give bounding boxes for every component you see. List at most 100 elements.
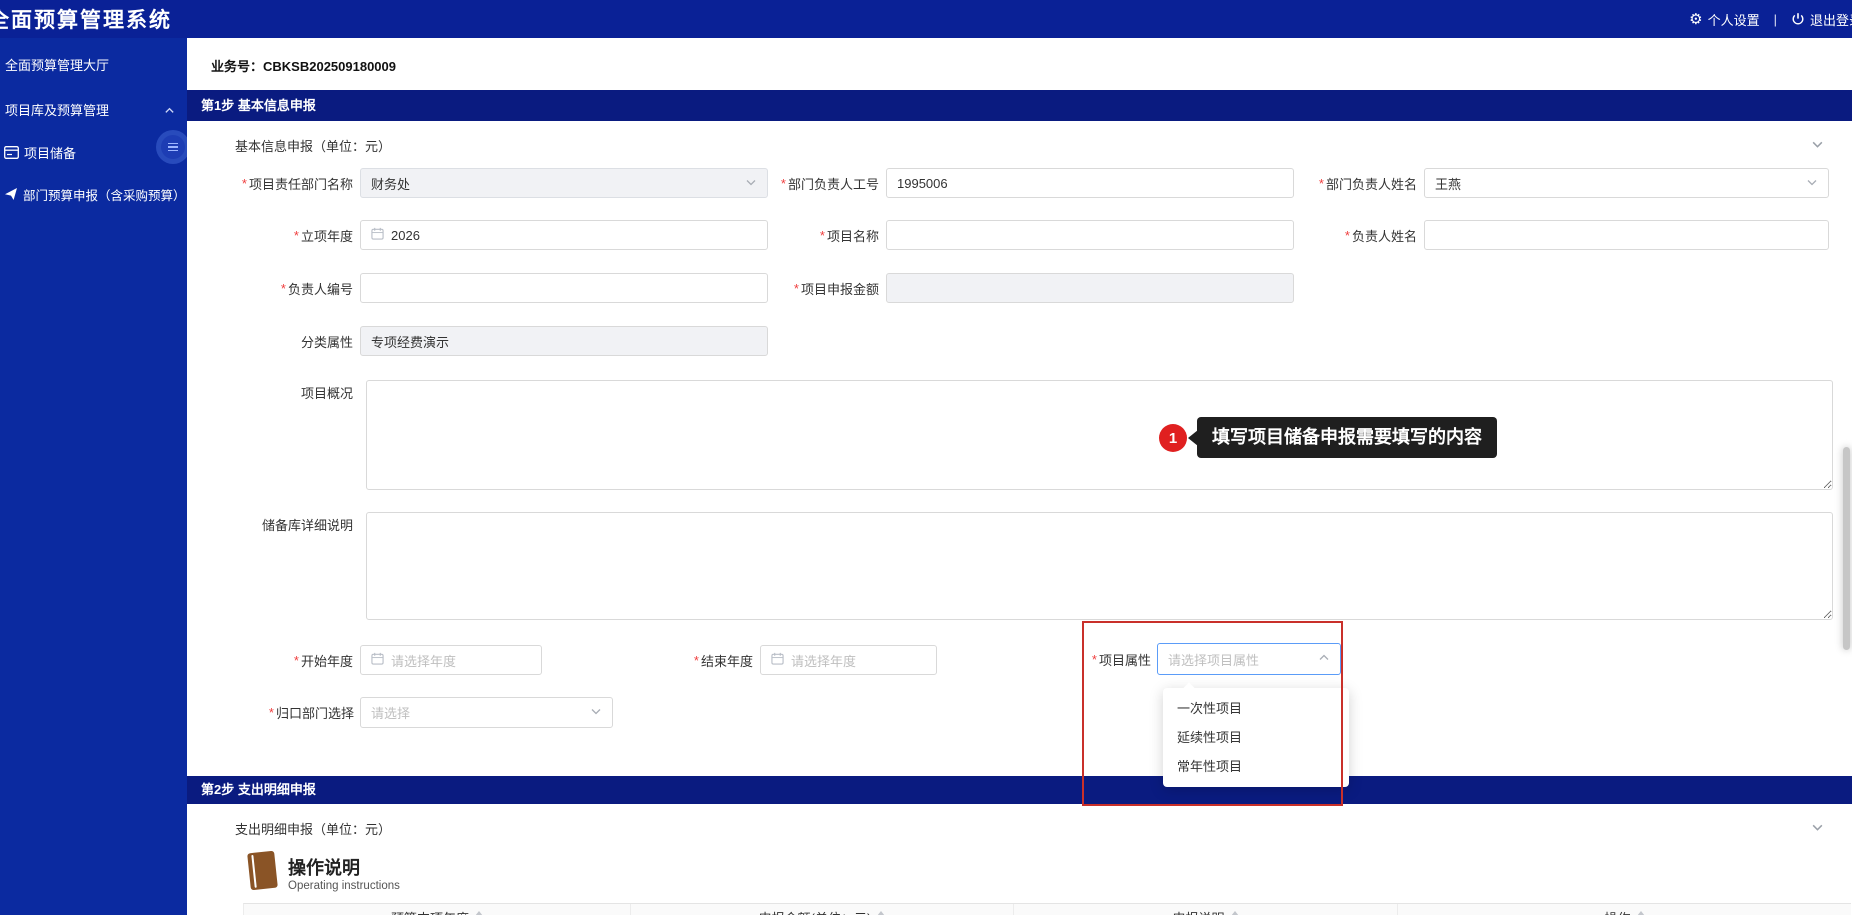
business-number: 业务号：CBKSB202509180009 <box>211 56 396 75</box>
field-leader-name: *负责人姓名 <box>1244 220 1829 250</box>
sort-icon <box>1637 911 1645 915</box>
field-label: 项目概况 <box>187 383 360 402</box>
field-label: *立项年度 <box>187 226 360 245</box>
sidebar-item-budget-hall[interactable]: 全面预算管理大厅 <box>0 50 187 78</box>
field-start-year: *开始年度 请选择年度 <box>187 645 542 675</box>
amount-input[interactable] <box>886 273 1294 303</box>
annotation-step-badge: 1 <box>1159 424 1187 452</box>
start-year-placeholder: 请选择年度 <box>391 651 531 670</box>
chevron-up-icon <box>164 104 175 119</box>
gear-icon: ⚙ <box>1689 12 1702 27</box>
step2-bar: 第2步 支出明细申报 <box>187 776 1852 804</box>
logout-label: 退出登录 <box>1810 10 1852 29</box>
required-marker: * <box>820 228 825 243</box>
field-project-name: *项目名称 <box>706 220 1294 250</box>
business-number-value: CBKSB202509180009 <box>263 59 396 74</box>
chevron-down-icon <box>590 705 602 720</box>
project-name-input[interactable] <box>886 220 1294 250</box>
required-marker: * <box>694 653 699 668</box>
required-marker: * <box>781 176 786 191</box>
column-header-label: 申报金额(单位：元) <box>759 908 872 915</box>
column-header-label: 预算支项年度 <box>391 908 469 915</box>
section1-collapse-icon[interactable] <box>1811 138 1824 156</box>
required-marker: * <box>294 653 299 668</box>
column-header-description[interactable]: 申报说明 <box>1014 904 1398 915</box>
annotation-tooltip: 填写项目储备申报需要填写的内容 <box>1197 417 1497 458</box>
manager-name-select[interactable]: 王燕 <box>1424 168 1829 198</box>
field-reserve-desc-label: 储备库详细说明 <box>187 514 360 534</box>
column-header-label: 申报说明 <box>1172 908 1224 915</box>
field-label: *部门负责人姓名 <box>1244 174 1424 193</box>
calendar-icon <box>371 227 384 243</box>
expenditure-table: 预算支项年度 申报金额(单位：元) 申报说明 操作 <box>243 903 1851 915</box>
sidebar-collapse-toggle[interactable] <box>156 130 187 164</box>
topbar-divider: | <box>1774 12 1777 27</box>
field-label: 储备库详细说明 <box>187 515 360 534</box>
dept-choose-placeholder: 请选择 <box>371 703 590 722</box>
column-header-action[interactable]: 操作 <box>1398 904 1851 915</box>
dept-choose-select[interactable]: 请选择 <box>360 697 613 728</box>
column-header-amount[interactable]: 申报金额(单位：元) <box>631 904 1014 915</box>
field-label: *部门负责人工号 <box>706 174 886 193</box>
field-label: 分类属性 <box>187 332 360 351</box>
start-year-picker[interactable]: 请选择年度 <box>360 645 542 675</box>
required-marker: * <box>1319 176 1324 191</box>
sidebar-item-label: 项目库及预算管理 <box>5 100 109 119</box>
calendar-icon <box>371 652 384 668</box>
calendar-icon <box>771 652 784 668</box>
required-marker: * <box>1345 228 1350 243</box>
field-manager-name: *部门负责人姓名 王燕 <box>1244 168 1829 198</box>
sidebar: 全面预算管理大厅 项目库及预算管理 项目储备 部门预算申报（含采购预算） <box>0 38 187 915</box>
field-dept-choose: *归口部门选择 请选择 <box>187 697 613 728</box>
section1-title: 基本信息申报（单位：元） <box>235 136 391 155</box>
field-end-year: *结束年度 请选择年度 <box>572 645 937 675</box>
operating-instructions-title: 操作说明 <box>288 854 360 880</box>
column-header-budget-item[interactable]: 预算支项年度 <box>244 904 631 915</box>
field-label: *开始年度 <box>187 651 360 670</box>
sidebar-item-label: 全面预算管理大厅 <box>5 55 109 74</box>
required-marker: * <box>242 176 247 191</box>
end-year-placeholder: 请选择年度 <box>791 651 926 670</box>
hamburger-icon <box>161 135 185 159</box>
sidebar-item-label: 部门预算申报（含采购预算） <box>23 185 186 204</box>
sidebar-item-project-library[interactable]: 项目库及预算管理 <box>0 95 187 123</box>
reserve-desc-textarea[interactable] <box>366 512 1833 620</box>
setup-year-value: 2026 <box>391 228 757 243</box>
field-label: *结束年度 <box>572 651 760 670</box>
sort-icon <box>1231 911 1239 915</box>
required-marker: * <box>281 281 286 296</box>
field-manager-id: *部门负责人工号 <box>706 168 1294 198</box>
manager-id-input[interactable] <box>886 168 1294 198</box>
personal-settings-label: 个人设置 <box>1708 10 1760 29</box>
overview-textarea[interactable] <box>366 380 1833 490</box>
field-leader-no: *负责人编号 <box>187 273 768 303</box>
personal-settings-button[interactable]: ⚙ 个人设置 <box>1689 10 1759 29</box>
highlight-rectangle <box>1082 621 1343 806</box>
sidebar-item-label: 项目储备 <box>24 143 76 162</box>
chevron-down-icon <box>1806 176 1818 191</box>
field-label: *项目名称 <box>706 226 886 245</box>
topbar-actions: ⚙ 个人设置 | 退出登录 <box>1689 10 1852 29</box>
field-amount: *项目申报金额 <box>706 273 1294 303</box>
operating-instructions-subtitle: Operating instructions <box>288 880 400 892</box>
required-marker: * <box>269 705 274 720</box>
field-dept-name: *项目责任部门名称 财务处 <box>187 168 768 198</box>
logout-button[interactable]: 退出登录 <box>1791 10 1852 29</box>
column-header-label: 操作 <box>1604 908 1630 915</box>
section2-collapse-icon[interactable] <box>1811 821 1824 839</box>
manager-name-value: 王燕 <box>1435 174 1806 193</box>
paper-plane-icon <box>4 187 18 201</box>
field-label: *负责人编号 <box>187 279 360 298</box>
topbar: 全面预算管理系统 ⚙ 个人设置 | 退出登录 <box>0 0 1852 38</box>
field-label: *负责人姓名 <box>1244 226 1424 245</box>
business-number-label: 业务号： <box>211 59 263 74</box>
leader-name-input[interactable] <box>1424 220 1829 250</box>
sort-icon <box>475 911 483 915</box>
sidebar-item-dept-budget-declare[interactable]: 部门预算申报（含采购预算） <box>0 180 187 208</box>
field-setup-year: *立项年度 2026 <box>187 220 768 250</box>
end-year-picker[interactable]: 请选择年度 <box>760 645 937 675</box>
vertical-scrollbar-thumb[interactable] <box>1843 447 1850 650</box>
field-label: *项目申报金额 <box>706 279 886 298</box>
category-input[interactable] <box>360 326 768 356</box>
app-title: 全面预算管理系统 <box>0 4 172 34</box>
